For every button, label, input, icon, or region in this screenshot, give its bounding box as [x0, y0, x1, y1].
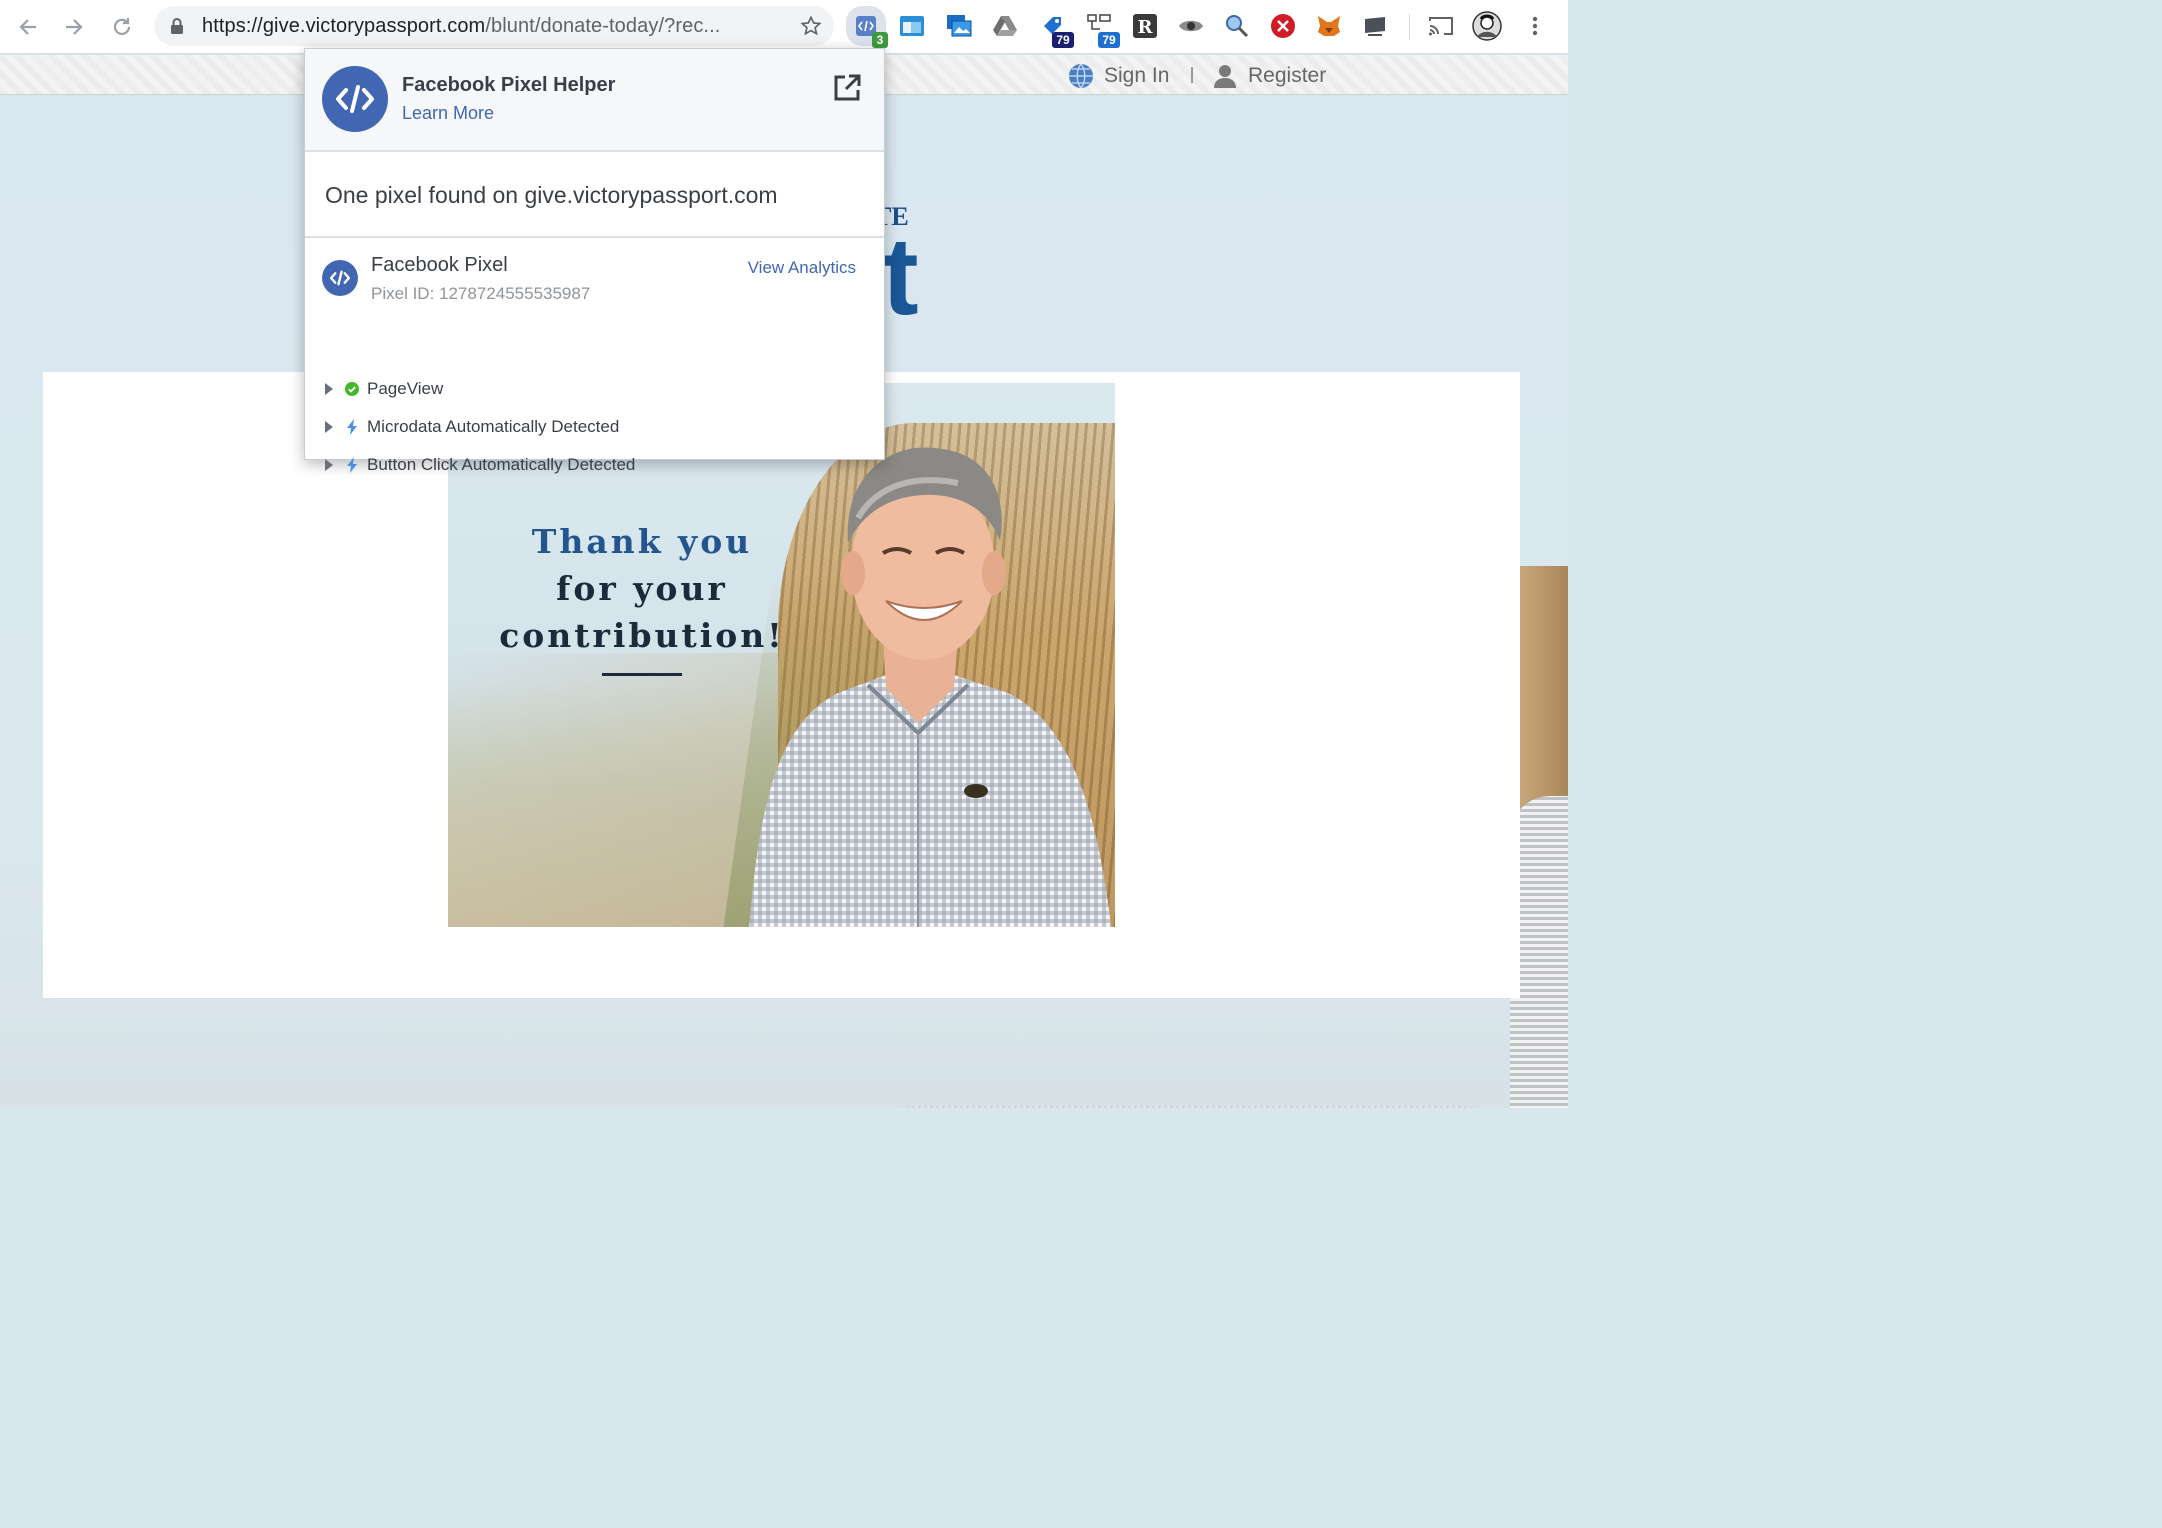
facebook-pixel-helper-extension[interactable]: 3	[846, 6, 888, 48]
event-pageview[interactable]: PageView	[325, 376, 443, 402]
code-brackets-icon	[336, 85, 374, 113]
address-bar[interactable]: https://give.victorypassport.com/blunt/d…	[154, 6, 834, 46]
metamask-extension[interactable]	[1314, 10, 1344, 42]
globe-icon	[1069, 63, 1093, 89]
blocker-icon	[1271, 14, 1295, 38]
tag-tool-extension[interactable]: 79	[1038, 10, 1074, 48]
profile-avatar[interactable]	[1472, 10, 1502, 42]
sign-in-label: Sign In	[1104, 64, 1170, 87]
lock-icon	[171, 18, 183, 34]
code-brackets-icon	[329, 270, 351, 286]
forward-arrow-icon	[66, 19, 83, 35]
event-label: Microdata Automatically Detected	[367, 417, 620, 436]
reload-button[interactable]	[104, 9, 140, 45]
register-link[interactable]: Register	[1212, 63, 1326, 89]
pixel-name: Facebook Pixel	[371, 254, 508, 276]
smiling-man-photo	[749, 447, 1112, 927]
drive-triangle-icon	[993, 16, 1017, 36]
event-label: Button Click Automatically Detected	[367, 455, 636, 474]
url-path: /blunt/donate-today/?rec...	[485, 15, 721, 37]
vertical-dots-icon	[1532, 16, 1538, 36]
thank-you-line2: for your	[556, 569, 728, 608]
window-capture-icon	[900, 16, 924, 36]
svg-text:R: R	[1138, 17, 1154, 38]
lightning-icon	[345, 457, 359, 473]
external-link-icon[interactable]	[832, 73, 862, 103]
background-shirt-bottom	[840, 1106, 1540, 1108]
view-analytics-link[interactable]: View Analytics	[748, 258, 856, 278]
expand-caret-icon	[325, 459, 333, 471]
pixel-entry: Facebook Pixel Pixel ID: 127872455553598…	[305, 238, 884, 474]
bookmark-star-icon[interactable]	[800, 15, 822, 37]
event-microdata[interactable]: Microdata Automatically Detected	[325, 414, 619, 440]
thank-you-message: Thank you for your contribution!	[478, 518, 806, 659]
tag-assistant-extension[interactable]: 79	[1084, 10, 1120, 48]
thank-you-line1: Thank you	[531, 522, 753, 561]
blocker-extension[interactable]	[1268, 10, 1298, 42]
url-host: https://give.victorypassport.com	[202, 15, 486, 37]
url-text: https://give.victorypassport.com/blunt/d…	[202, 15, 782, 38]
photo-stack-icon	[947, 15, 972, 37]
magnifier-icon	[1226, 15, 1249, 38]
reload-icon	[113, 18, 131, 35]
lightning-icon	[345, 419, 359, 435]
expand-caret-icon	[325, 383, 333, 395]
pixel-summary-text: One pixel found on give.victorypassport.…	[325, 182, 778, 208]
screen-tool-extension[interactable]	[1360, 10, 1390, 42]
pixel-logo	[322, 260, 358, 296]
sign-in-link[interactable]: Sign In	[1068, 63, 1169, 89]
learn-more-link[interactable]: Learn More	[402, 103, 494, 124]
pixel-id: Pixel ID: 1278724555535987	[371, 284, 591, 303]
pixel-summary: One pixel found on give.victorypassport.…	[305, 152, 884, 238]
register-label: Register	[1248, 64, 1327, 87]
tag-tool-badge: 79	[1052, 32, 1074, 48]
browser-toolbar: https://give.victorypassport.com/blunt/d…	[0, 0, 1568, 54]
google-drive-extension[interactable]	[990, 10, 1020, 42]
brand-wordmark-large: t	[882, 215, 919, 338]
eye-icon	[1179, 20, 1203, 32]
event-button-click[interactable]: Button Click Automatically Detected	[325, 452, 635, 478]
readability-extension[interactable]: R	[1130, 10, 1160, 42]
fox-icon	[1318, 16, 1340, 36]
thank-you-underline	[602, 673, 682, 676]
window-capture-extension[interactable]	[897, 10, 927, 42]
event-label: PageView	[367, 379, 444, 398]
cast-button[interactable]	[1426, 10, 1456, 42]
popup-header: Facebook Pixel Helper Learn More	[305, 49, 884, 152]
eye-extension[interactable]	[1176, 10, 1206, 42]
magnifier-extension[interactable]	[1222, 10, 1252, 42]
header-divider	[1191, 67, 1193, 83]
back-button[interactable]	[10, 9, 46, 45]
back-arrow-icon	[19, 19, 36, 35]
r-letter-icon: R	[1133, 14, 1157, 38]
user-icon	[1214, 65, 1236, 88]
cast-icon	[1429, 17, 1453, 36]
avatar-icon	[1472, 11, 1502, 41]
popup-title: Facebook Pixel Helper	[402, 74, 616, 96]
chrome-menu-button[interactable]	[1520, 10, 1550, 42]
pixel-count-badge: 3	[872, 32, 888, 48]
pixel-helper-popup: Facebook Pixel Helper Learn More One pix…	[304, 48, 885, 474]
expand-caret-icon	[325, 421, 333, 433]
green-check-icon	[345, 382, 359, 396]
forward-button[interactable]	[56, 9, 92, 45]
screen-icon	[1365, 17, 1385, 36]
photo-viewer-extension[interactable]	[944, 10, 974, 42]
pixel-helper-logo	[322, 66, 388, 132]
toolbar-separator	[1409, 14, 1410, 40]
tag-assistant-badge: 79	[1098, 32, 1120, 48]
thank-you-line3: contribution!	[499, 616, 785, 655]
